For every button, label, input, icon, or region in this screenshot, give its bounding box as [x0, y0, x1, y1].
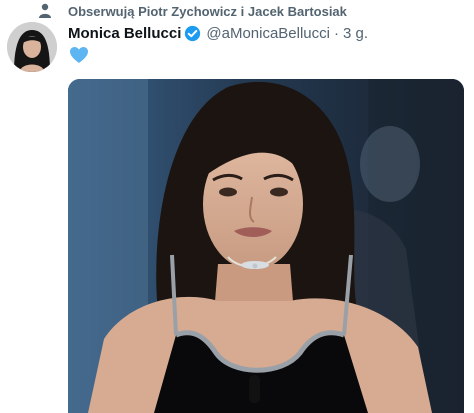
verified-badge-icon [185, 25, 201, 41]
avatar-image [7, 22, 57, 72]
separator-dot: · [334, 24, 339, 42]
blue-heart-icon [70, 47, 88, 63]
person-icon [39, 3, 51, 18]
display-name[interactable]: Monica Bellucci [68, 25, 181, 42]
tweet-content [68, 46, 90, 64]
tweet-header: Monica Bellucci @aMonicaBellucci · 3 g. [68, 22, 368, 44]
social-context: Obserwują Piotr Zychowicz i Jacek Bartos… [38, 2, 347, 20]
author-handle[interactable]: @aMonicaBellucci [206, 25, 330, 42]
portrait-photo [68, 79, 464, 413]
avatar[interactable] [7, 22, 57, 72]
tweet-media-photo[interactable] [68, 79, 464, 413]
tweet-time[interactable]: 3 g. [343, 25, 368, 42]
social-context-text[interactable]: Obserwują Piotr Zychowicz i Jacek Bartos… [68, 4, 347, 19]
